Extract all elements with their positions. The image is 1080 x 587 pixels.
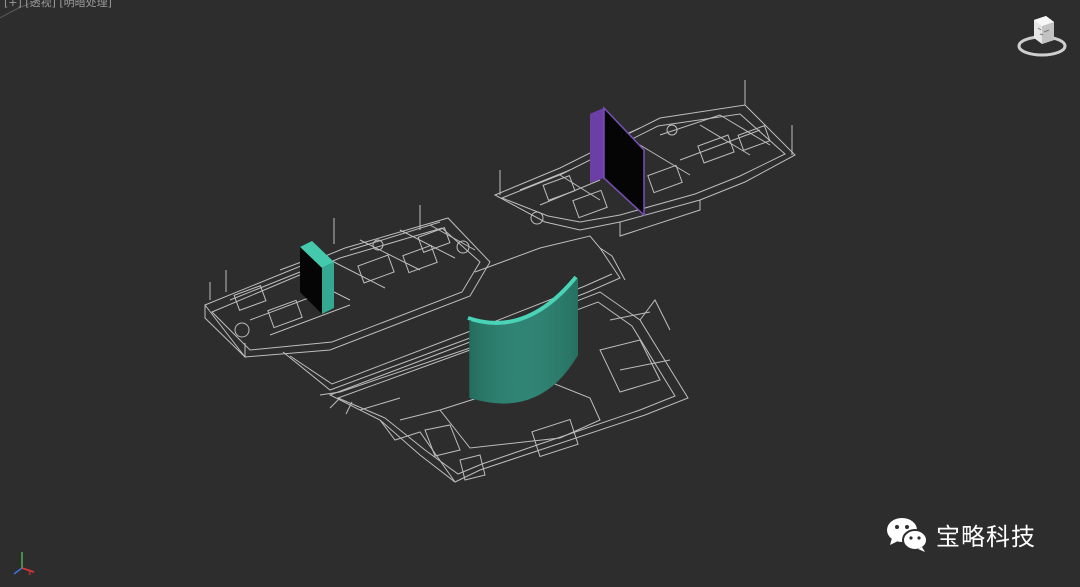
view-cube-icon[interactable] — [1016, 10, 1068, 60]
wechat-icon — [887, 518, 928, 552]
teal-slab[interactable] — [300, 241, 334, 314]
scene-canvas[interactable] — [0, 0, 1080, 583]
floor-plan-left — [204, 205, 491, 359]
axis-tripod-icon: x — [13, 552, 35, 577]
curved-wall[interactable] — [467, 275, 578, 404]
floor-plan-right — [493, 80, 796, 237]
viewport-label[interactable]: [+] [透视] [明暗处理] — [4, 0, 112, 10]
watermark: 宝略科技 — [884, 512, 1036, 556]
svg-text:x: x — [28, 570, 32, 577]
viewport-3d[interactable]: [+] [透视] [明暗处理] x 宝略科技 — [0, 0, 1080, 583]
watermark-text: 宝略科技 — [936, 522, 1036, 551]
